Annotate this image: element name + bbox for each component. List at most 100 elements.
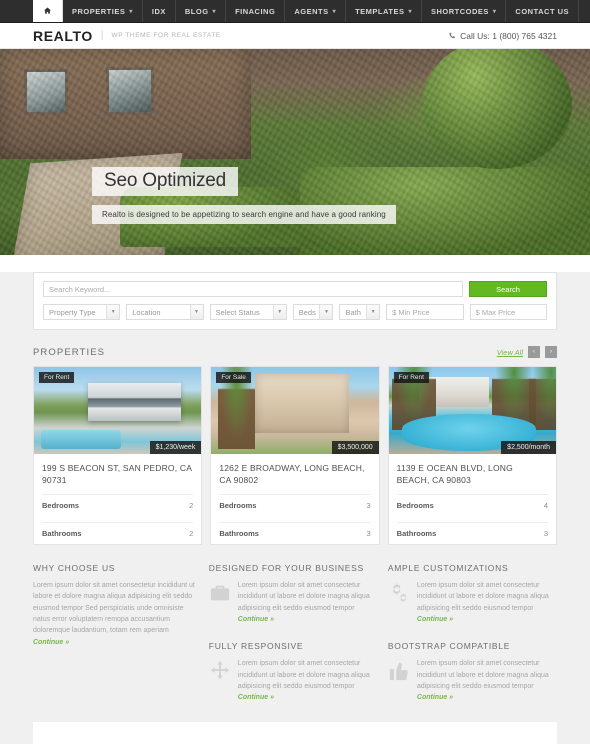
nav-item-finacing[interactable]: FINACING (226, 0, 286, 22)
price-badge: $2,500/month (501, 441, 556, 454)
property-thumbnail[interactable]: For Rent $1,230/week (34, 367, 202, 454)
continue-link[interactable]: Continue » (238, 616, 274, 623)
nav-item-blog[interactable]: BLOG ▾ (176, 0, 227, 22)
nav-label: BLOG (184, 6, 209, 16)
nav-label: IDX (151, 6, 166, 16)
chevron-down-icon: ▼ (366, 305, 380, 319)
feature-text-customizations: Lorem ipsum dolor sit amet consectetur i… (417, 580, 557, 625)
feature-text-why-choose-us: Lorem ipsum dolor sit amet consectetur i… (33, 580, 199, 648)
feature-column-business: DESIGNED FOR YOUR BUSINESS Lorem ipsum d… (209, 563, 378, 704)
view-all-link[interactable]: View All (497, 348, 523, 357)
site-tagline: WP THEME FOR REAL ESTATE (111, 32, 221, 39)
site-header: REALTO | WP THEME FOR REAL ESTATE Call U… (0, 23, 590, 49)
property-thumbnail[interactable]: For Rent $2,500/month (388, 367, 556, 454)
contact-phone[interactable]: Call Us: 1 (800) 765 4321 (449, 31, 557, 41)
spec-label: Bathrooms (219, 529, 259, 538)
feature-body: Lorem ipsum dolor sit amet consectetur i… (416, 582, 549, 612)
select-value: Bath (345, 307, 361, 317)
property-card-body: 199 S BEACON ST, SAN PEDRO, CA 90731 Bed… (34, 454, 201, 544)
chevron-down-icon: ▾ (129, 8, 133, 15)
feature-item-business: Lorem ipsum dolor sit amet consectetur i… (209, 580, 378, 625)
search-keyword-input[interactable]: Search Keyword... (43, 281, 463, 297)
property-thumbnail[interactable]: For Sale $3,500,000 (211, 367, 379, 454)
chevron-down-icon: ▼ (319, 305, 333, 319)
logo-separator: | (100, 30, 104, 41)
feature-text-responsive: Lorem ipsum dolor sit amet consectetur i… (238, 658, 378, 703)
property-address[interactable]: 1139 E OCEAN BLVD, LONG BEACH, CA 90803 (397, 462, 548, 488)
nav-item-agents[interactable]: AGENTS ▾ (285, 0, 347, 22)
carousel-next-button[interactable]: › (545, 346, 557, 358)
location-select[interactable]: Location ▼ (126, 304, 204, 320)
page-body: Search Keyword... Search Property Type ▼… (0, 272, 590, 744)
hero-tree (422, 49, 572, 169)
max-price-input[interactable]: $ Max Price (469, 304, 547, 320)
property-address[interactable]: 199 S BEACON ST, SAN PEDRO, CA 90731 (42, 462, 193, 488)
property-card-body: 1262 E BROADWAY, LONG BEACH, CA 90802 Be… (211, 454, 378, 544)
properties-section-header: PROPERTIES View All ‹ › (33, 346, 557, 362)
spec-label: Bathrooms (396, 529, 437, 538)
search-row-filters: Property Type ▼ Location ▼ Select Status… (43, 304, 547, 320)
hero-slider[interactable]: Seo Optimized Realto is designed to be a… (0, 49, 590, 255)
beds-select[interactable]: Beds ▼ (292, 304, 334, 320)
spec-value: 2 (189, 529, 194, 538)
min-price-input[interactable]: $ Min Price (386, 304, 464, 320)
nav-item-home[interactable] (33, 0, 63, 22)
site-logo[interactable]: REALTO (33, 28, 93, 44)
price-badge: $3,500,000 (331, 441, 379, 454)
nav-item-idx[interactable]: IDX (143, 0, 176, 22)
status-badge: For Rent (393, 372, 429, 383)
chevron-down-icon: ▼ (106, 305, 120, 319)
property-type-select[interactable]: Property Type ▼ (43, 304, 121, 320)
spec-value: 4 (543, 501, 548, 510)
feature-text-bootstrap: Lorem ipsum dolor sit amet consectetur i… (417, 658, 557, 703)
search-submit-button[interactable]: Search (469, 281, 547, 297)
baths-select[interactable]: Bath ▼ (339, 304, 381, 320)
section-header-controls: View All ‹ › (497, 346, 557, 358)
property-card[interactable]: For Sale $3,500,000 1262 E BROADWAY, LON… (210, 366, 380, 545)
continue-link[interactable]: Continue » (417, 694, 453, 701)
spec-label: Bedrooms (42, 501, 80, 510)
status-select[interactable]: Select Status ▼ (209, 304, 287, 320)
hero-caption: Seo Optimized Realto is designed to be a… (92, 167, 396, 224)
nav-right-filler (579, 0, 590, 22)
nav-label: FINACING (235, 6, 276, 16)
feature-item-responsive: Lorem ipsum dolor sit amet consectetur i… (209, 658, 378, 703)
hero-house-shape (0, 49, 251, 159)
continue-link[interactable]: Continue » (238, 694, 274, 701)
hero-background-image (0, 49, 590, 255)
continue-link[interactable]: Continue » (417, 616, 453, 623)
property-card[interactable]: For Rent $1,230/week 199 S BEACON ST, SA… (33, 366, 203, 545)
feature-item-customizations: Lorem ipsum dolor sit amet consectetur i… (388, 580, 557, 625)
property-card-body: 1139 E OCEAN BLVD, LONG BEACH, CA 90803 … (389, 454, 556, 544)
chevron-down-icon: ▼ (272, 305, 286, 319)
spec-value: 3 (366, 501, 371, 510)
hero-subtitle: Realto is designed to be appetizing to s… (92, 204, 396, 224)
nav-item-shortcodes[interactable]: SHORTCODES ▾ (422, 0, 507, 22)
price-badge: $1,230/week (149, 441, 202, 454)
nav-item-properties[interactable]: PROPERTIES ▾ (63, 0, 143, 22)
property-search-panel: Search Keyword... Search Property Type ▼… (33, 272, 557, 330)
property-card-list: For Rent $1,230/week 199 S BEACON ST, SA… (33, 366, 557, 545)
property-card[interactable]: For Rent $2,500/month 1139 E OCEAN BLVD,… (387, 366, 557, 545)
nav-item-templates[interactable]: TEMPLATES ▾ (346, 0, 422, 22)
property-spec-bedrooms: Bedrooms 3 (219, 494, 371, 516)
chevron-down-icon: ▾ (212, 8, 217, 15)
feature-title-ample-customizations: AMPLE CUSTOMIZATIONS (387, 563, 509, 573)
property-address[interactable]: 1262 E BROADWAY, LONG BEACH, CA 90802 (219, 462, 370, 488)
carousel-prev-button[interactable]: ‹ (528, 346, 540, 358)
arrows-move-icon (209, 660, 231, 682)
feature-body: Lorem ipsum dolor sit amet consectetur i… (33, 582, 195, 635)
nav-item-contact-us[interactable]: CONTACT US (506, 0, 580, 22)
spec-value: 3 (366, 529, 371, 538)
feature-item-bootstrap: Lorem ipsum dolor sit amet consectetur i… (388, 658, 557, 703)
property-spec-bathrooms: Bathrooms 3 (219, 522, 371, 544)
spec-label: Bedrooms (396, 501, 434, 510)
footer-top-edge (33, 721, 557, 744)
feature-body: Lorem ipsum dolor sit amet consectetur i… (237, 582, 370, 612)
features-section: WHY CHOOSE US Lorem ipsum dolor sit amet… (33, 563, 557, 722)
page-title: PROPERTIES (33, 346, 106, 358)
chevron-down-icon: ▾ (492, 8, 497, 15)
continue-link[interactable]: Continue » (33, 639, 69, 646)
select-value: Select Status (215, 307, 260, 317)
chevron-down-icon: ▾ (332, 8, 337, 15)
